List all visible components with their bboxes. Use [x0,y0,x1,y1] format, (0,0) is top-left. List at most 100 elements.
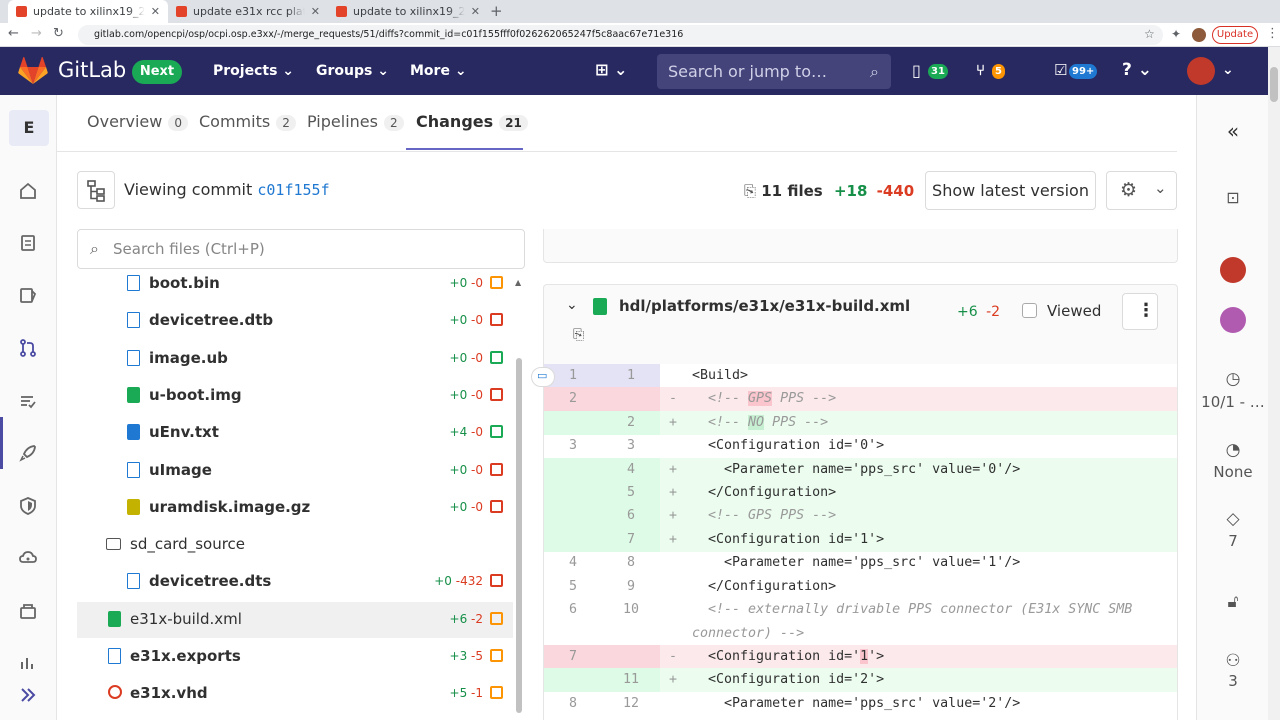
old-line-number[interactable]: 8 [544,692,602,716]
forward-icon[interactable]: → [31,26,42,41]
todos-icon[interactable]: ☑ [1054,61,1067,79]
assignee-avatar[interactable] [1197,257,1269,287]
back-icon[interactable]: ← [8,26,19,41]
file-tree-item[interactable]: image.ub +0 -0 [77,341,513,377]
new-tab-button[interactable]: + [490,2,503,20]
project-home-icon[interactable] [18,181,38,201]
file-tree-item[interactable]: e31x-build.xml +6 -2 [77,601,513,638]
file-tree-item[interactable]: u-boot.img +0 -0 [77,378,513,414]
diff-file-path[interactable]: hdl/platforms/e31x/e31x-build.xml [619,297,910,315]
analytics-icon[interactable] [18,653,38,673]
close-tab-icon[interactable]: ✕ [471,5,480,18]
new-line-number[interactable]: 3 [602,434,660,458]
browser-tab-1[interactable]: update to xilinx19_2_aar ✕ [8,0,168,23]
ci-cd-rocket-icon[interactable] [18,443,38,463]
nav-projects[interactable]: Projects ⌄ [213,63,294,79]
new-line-number[interactable] [602,387,660,412]
new-item-plus-icon[interactable]: ⊞ ⌄ [595,60,627,79]
old-line-number[interactable] [544,457,602,482]
lock-icon[interactable]: 🔓︎ [1197,592,1269,612]
profile-avatar[interactable] [1192,28,1206,42]
tab-pipelines[interactable]: Pipelines 2 [307,112,404,131]
new-line-number[interactable]: 7 [602,527,660,552]
new-line-number[interactable]: 6 [602,504,660,529]
operations-cloud-icon[interactable] [18,548,38,568]
add-comment-button[interactable]: ▭ [531,367,555,387]
file-tree-item[interactable]: devicetree.dts +0 -432 [77,564,513,600]
bookmark-star-icon[interactable]: ☆ [1144,27,1155,41]
file-options-button[interactable]: ⋮ [1122,293,1158,330]
browser-tab-3[interactable]: update to xilinx19_2_aar ✕ [328,0,488,23]
next-badge[interactable]: Next [132,60,182,84]
project-avatar[interactable]: E [9,110,49,146]
expand-sidebar-icon[interactable] [18,685,38,705]
old-line-number[interactable]: 5 [544,575,602,599]
old-line-number[interactable] [544,481,602,505]
commit-sha-link[interactable]: c01f155f [257,181,329,199]
diff-settings-button[interactable]: ⚙ ⌄ [1106,171,1177,210]
gitlab-brand[interactable]: GitLab [58,58,126,82]
merge-requests-icon[interactable]: ⑂ [976,61,985,79]
old-line-number[interactable]: 6 [544,598,602,645]
url-field[interactable]: gitlab.com/opencpi/osp/ocpi.osp.e3xx/-/m… [78,25,1163,45]
collapse-file-chevron-icon[interactable]: ⌄ [566,297,578,313]
search-input[interactable]: Search or jump to… ⌕ [657,54,891,89]
file-tree-folder[interactable]: sd_card_source [77,527,513,563]
tab-commits[interactable]: Commits 2 [199,112,296,131]
file-search-input[interactable]: ⌕ Search files (Ctrl+P) [77,229,525,269]
reload-icon[interactable]: ↻ [53,26,64,41]
extensions-icon[interactable]: ✦ [1171,27,1181,41]
new-line-number[interactable]: 2 [602,410,660,435]
time-tracking-icon[interactable]: ◔ [1197,440,1269,460]
show-latest-version-button[interactable]: Show latest version [925,171,1096,210]
file-tree-item[interactable]: boot.bin +0 -0 [77,269,513,302]
issues-icon[interactable] [18,285,38,305]
file-tree-scrollbar[interactable]: ▲ [515,278,523,720]
new-line-number[interactable]: 5 [602,481,660,505]
user-avatar[interactable] [1187,57,1215,85]
old-line-number[interactable] [544,668,602,693]
new-line-number[interactable]: 4 [602,457,660,482]
new-line-number[interactable]: 10 [602,598,660,645]
merge-requests-icon[interactable] [18,338,38,358]
browser-menu-icon[interactable]: ⋮ [1266,26,1279,41]
participants-icon[interactable]: ⚇ [1197,651,1269,671]
new-line-number[interactable] [602,645,660,669]
todo-add-icon[interactable]: ⊡ [1197,188,1269,207]
copy-path-icon[interactable]: ⎘ [573,327,584,343]
page-scroll-thumb[interactable] [1270,67,1278,102]
file-tree-item[interactable]: uramdisk.image.gz +0 -0 [77,490,513,526]
nav-more[interactable]: More ⌄ [410,63,467,79]
new-line-number[interactable]: 8 [602,551,660,575]
packages-icon[interactable] [18,601,38,621]
old-line-number[interactable]: 7 [544,645,602,669]
new-line-number[interactable]: 9 [602,575,660,599]
close-tab-icon[interactable]: ✕ [151,5,160,18]
old-line-number[interactable] [544,504,602,529]
file-tree-item[interactable]: e31x.exports +3 -5 [77,639,513,675]
viewed-checkbox[interactable] [1022,303,1037,318]
old-line-number[interactable]: 2 [544,387,602,412]
new-line-number[interactable]: 11 [602,668,660,693]
file-tree-item[interactable]: e31x.vhd +5 -1 [77,676,513,712]
tab-changes[interactable]: Changes 21 [416,112,528,131]
file-tree-item[interactable]: uEnv.txt +4 -0 [77,415,513,451]
collapse-sidebar-icon[interactable]: « [1197,119,1269,143]
old-line-number[interactable]: 4 [544,551,602,575]
old-line-number[interactable] [544,527,602,552]
new-line-number[interactable]: 1 [602,364,660,388]
requirements-icon[interactable] [18,391,38,411]
file-tree-scroll-thumb[interactable] [516,358,522,713]
labels-tag-icon[interactable]: ◇ [1197,509,1269,529]
help-icon[interactable]: ? ⌄ [1122,60,1152,80]
nav-groups[interactable]: Groups ⌄ [316,63,389,79]
security-shield-icon[interactable] [18,496,38,516]
toggle-file-tree-button[interactable] [77,171,115,209]
browser-update-button[interactable]: Update [1212,26,1258,44]
browser-tab-2[interactable]: update e31x rcc platform ✕ [168,0,328,23]
issues-icon[interactable]: ▯ [912,61,921,80]
milestone-date[interactable]: 10/1 - … [1197,393,1269,411]
chevron-down-icon[interactable]: ⌄ [1222,62,1234,78]
tab-overview[interactable]: Overview 0 [87,112,188,131]
file-tree-item[interactable]: uImage +0 -0 [77,453,513,489]
